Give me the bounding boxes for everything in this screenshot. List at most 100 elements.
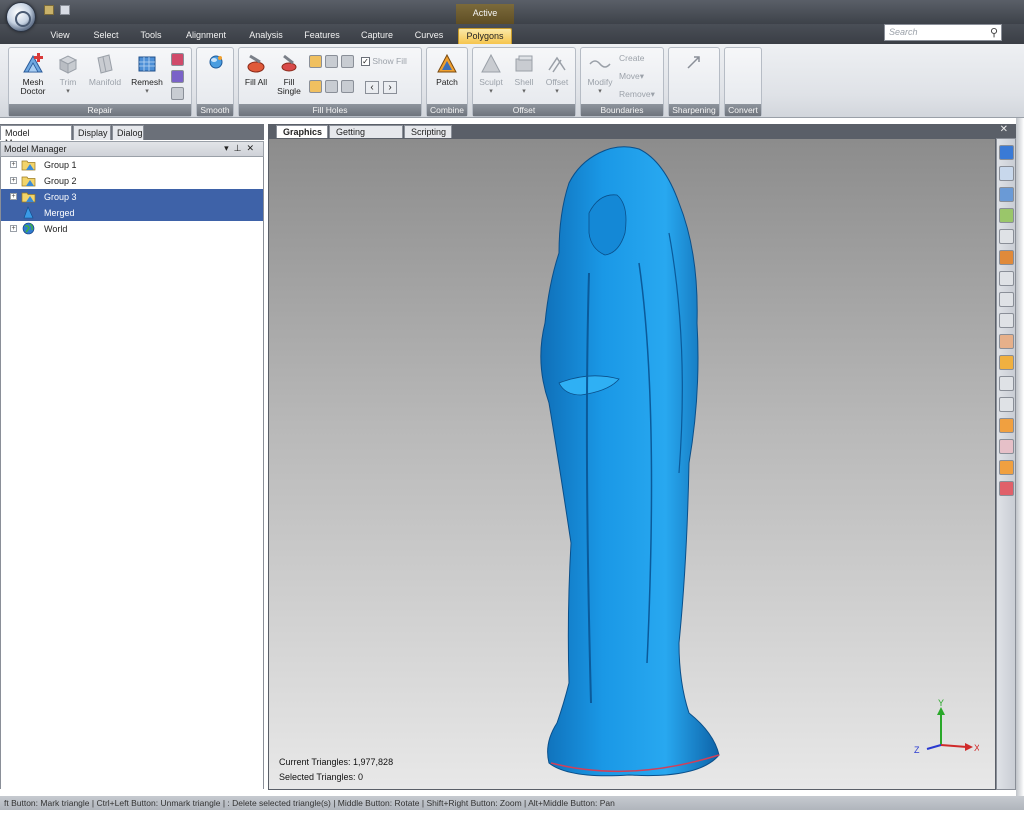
expand-icon[interactable]: + [10,225,17,232]
tab-graphics[interactable]: Graphics [276,125,328,138]
group-combine: Patch Combine [426,47,468,117]
zoom-icon[interactable] [999,229,1014,244]
select-all-icon[interactable] [999,481,1014,496]
fill-tangent-icon[interactable] [325,55,338,68]
selected-triangles-readout: Selected Triangles: 0 [279,772,364,782]
remesh-label: Remesh [131,77,163,87]
panel-dropdown-icon[interactable]: ▾ [224,143,234,153]
tab-dialog[interactable]: Dialog [112,125,144,140]
fill-bridge-icon[interactable] [341,80,354,93]
tab-select[interactable]: Select [86,28,126,44]
show-fill-checkbox[interactable]: ✓ Show Fill [361,56,407,66]
polyline-select-icon[interactable] [999,397,1014,412]
paint-select-icon[interactable] [999,355,1014,370]
view-plane-icon[interactable] [999,187,1014,202]
sculpt-icon [481,53,501,73]
expand-icon[interactable]: + [10,161,17,168]
fill-single-icon [281,54,297,72]
repair-small-icon-2[interactable] [171,70,184,83]
offset-dropdown-icon: ▾ [555,88,559,95]
offset-button[interactable]: Offset ▾ [541,52,573,96]
rotate-icon[interactable] [999,250,1014,265]
trim-icon [58,55,78,74]
tree-item-merged[interactable]: Merged [1,205,263,221]
tab-capture[interactable]: Capture [354,28,400,44]
expand-icon[interactable]: + [10,193,17,200]
fill-single-button[interactable]: Fill Single [273,52,305,96]
document-tabs: Graphics Getting Started Scripting ✕ [268,124,1016,147]
graphics-viewport[interactable]: Current Triangles: 1,977,828 Selected Tr… [268,138,996,790]
tab-view[interactable]: View [40,28,80,44]
shell-button[interactable]: Shell ▾ [509,52,539,96]
remove-boundary-button[interactable]: Remove▾ [619,90,661,99]
modify-button[interactable]: Modify ▾ [583,52,617,96]
tree-item-group-2[interactable]: + Group 2 [1,173,263,189]
application-menu-button[interactable] [6,2,36,32]
view-sphere-icon[interactable] [999,166,1014,181]
tab-alignment[interactable]: Alignment [176,28,236,44]
fill-complete-icon[interactable] [309,80,322,93]
tree-item-group-1[interactable]: + Group 1 [1,157,263,173]
ribbon-tabs: View Select Tools Alignment Analysis Fea… [0,24,1024,44]
shade-icon[interactable] [999,208,1014,223]
view-cube-icon[interactable] [999,145,1014,160]
modify-label: Modify [587,77,613,87]
tab-getting-started[interactable]: Getting Started [329,125,403,147]
line-select-icon[interactable] [999,313,1014,328]
fill-all-button[interactable]: Fill All [243,52,269,87]
group-boundaries: Modify ▾ Create Move▾ Remove▾ Boundaries [580,47,664,117]
fill-curvature-icon[interactable] [309,55,322,68]
expand-icon[interactable]: + [10,177,17,184]
fill-partial-icon[interactable] [325,80,338,93]
sharpening-icon[interactable] [685,53,703,71]
repair-small-icon-1[interactable] [171,53,184,66]
close-document-icon[interactable]: ✕ [1000,124,1008,135]
tab-curves[interactable]: Curves [406,28,452,44]
fill-single-label: Fill Single [277,77,301,96]
repair-small-icon-3[interactable] [171,87,184,100]
mesh-doctor-button[interactable]: Mesh Doctor [13,52,53,96]
tab-features[interactable]: Features [296,28,348,44]
group-label-offset: Offset [473,104,575,116]
tab-analysis[interactable]: Analysis [242,28,290,44]
manifold-button[interactable]: Manifold [85,52,125,87]
patch-button[interactable]: Patch [429,52,465,87]
lasso-icon[interactable] [999,292,1014,307]
group-fill-holes: Fill All Fill Single ✓ Show Fill ‹ › Fil… [238,47,422,117]
select-connected-icon[interactable] [999,460,1014,475]
sculpt-button[interactable]: Sculpt ▾ [475,52,507,96]
tab-model-manager[interactable]: Model Manager [0,125,72,148]
move-boundary-button[interactable]: Move▾ [619,72,661,81]
select-visible-icon[interactable] [999,439,1014,454]
next-hole-icon[interactable]: › [383,81,397,94]
search-input[interactable]: Search ⚲ [884,24,1002,41]
sculpt-label: Sculpt [479,77,503,87]
previous-hole-icon[interactable]: ‹ [365,81,379,94]
create-boundary-button[interactable]: Create [619,54,661,63]
tab-display[interactable]: Display [73,125,111,140]
undo-icon[interactable] [60,5,70,15]
tab-tools[interactable]: Tools [132,28,170,44]
shell-label: Shell [514,77,534,87]
remesh-button[interactable]: Remesh ▾ [127,52,167,96]
tree-item-world[interactable]: + World [1,221,263,237]
close-icon[interactable]: ✕ [246,143,259,153]
group-label-sharpening: Sharpening [669,104,719,116]
trim-button[interactable]: Trim ▾ [53,52,83,96]
tab-scripting[interactable]: Scripting [404,125,452,138]
quick-access-toolbar [44,5,70,15]
search-icon[interactable]: ⚲ [990,26,998,39]
rectangle-select-icon[interactable] [999,376,1014,391]
tree-item-group-3[interactable]: + Group 3 [1,189,263,205]
brush-select-icon[interactable] [999,334,1014,349]
pin-icon[interactable]: ⊥ [234,143,247,153]
y-axis-arrow [937,707,945,715]
fill-flat-icon[interactable] [341,55,354,68]
group-repair: Mesh Doctor Trim ▾ Manifold Remesh ▾ Rep… [8,47,192,117]
globe-icon [22,222,35,235]
smooth-icon[interactable] [208,54,224,70]
save-icon[interactable] [44,5,54,15]
fit-view-icon[interactable] [999,271,1014,286]
select-through-icon[interactable] [999,418,1014,433]
tab-polygons[interactable]: Polygons [458,28,512,44]
